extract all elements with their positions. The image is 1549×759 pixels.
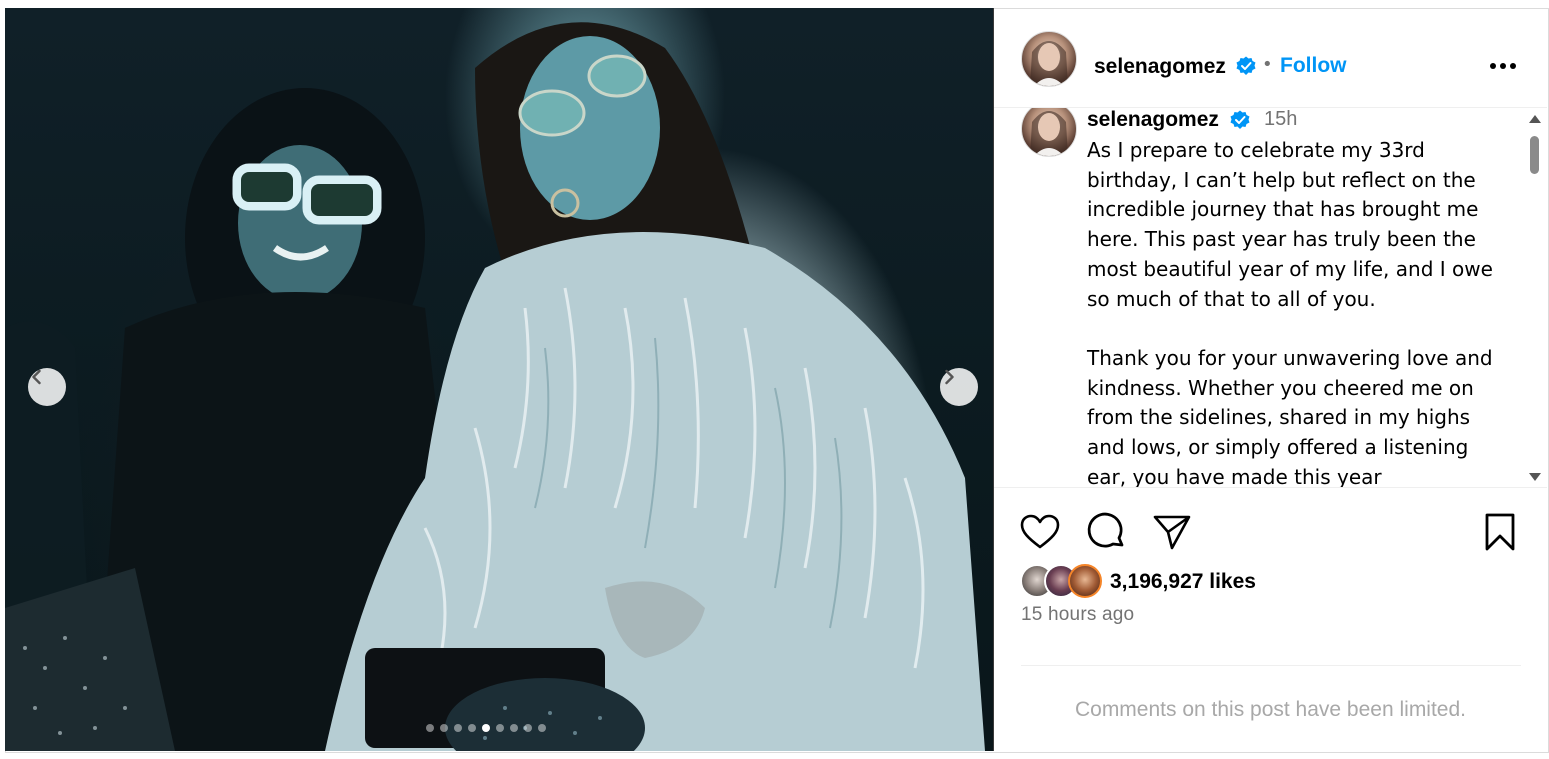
- share-button[interactable]: [1152, 512, 1192, 552]
- likes-count[interactable]: 3,196,927 likes: [1110, 570, 1256, 594]
- scroll-down-arrow-icon[interactable]: [1529, 473, 1541, 481]
- liked-by-avatars[interactable]: [1020, 564, 1104, 598]
- carousel-dots: [426, 724, 546, 732]
- carousel-dot: [426, 724, 434, 732]
- caption-section[interactable]: selenagomez 15h As I prepare to celebrat…: [994, 108, 1547, 488]
- caption-avatar[interactable]: [1021, 108, 1077, 157]
- like-button[interactable]: [1020, 512, 1060, 552]
- post-timestamp[interactable]: 15 hours ago: [1021, 604, 1134, 626]
- carousel-dot: [468, 724, 476, 732]
- caption-scrollbar[interactable]: [1527, 110, 1543, 486]
- comments-divider: [1021, 665, 1521, 666]
- post-time-short: 15h: [1264, 108, 1298, 130]
- carousel-dot: [538, 724, 546, 732]
- paper-plane-icon: [1153, 515, 1191, 550]
- actions-divider: [994, 487, 1547, 488]
- scroll-up-arrow-icon[interactable]: [1529, 115, 1541, 123]
- post-header: selenagomez • Follow: [994, 8, 1547, 108]
- author-avatar[interactable]: [1021, 31, 1077, 87]
- heart-icon: [1020, 514, 1060, 549]
- caption-username[interactable]: selenagomez: [1087, 108, 1219, 132]
- carousel-dot: [510, 724, 518, 732]
- verified-badge-icon: [1230, 110, 1250, 129]
- carousel-next-button[interactable]: [940, 368, 978, 406]
- chevron-left-icon: [32, 369, 41, 385]
- bookmark-icon: [1485, 513, 1515, 551]
- comment-icon: [1087, 512, 1124, 548]
- follow-button[interactable]: Follow: [1280, 54, 1347, 78]
- carousel-prev-button[interactable]: [28, 368, 66, 406]
- more-options-button[interactable]: [1485, 46, 1521, 86]
- post-photo[interactable]: [5, 8, 993, 751]
- chevron-right-icon: [945, 369, 954, 385]
- save-button[interactable]: [1480, 512, 1520, 552]
- author-username[interactable]: selenagomez: [1094, 55, 1226, 79]
- carousel-dot-active: [482, 724, 490, 732]
- comment-button[interactable]: [1087, 512, 1127, 552]
- photo-scene: [5, 22, 985, 751]
- carousel-dot: [496, 724, 504, 732]
- comments-limited-notice: Comments on this post have been limited.: [1074, 698, 1467, 721]
- carousel-dot: [524, 724, 532, 732]
- carousel-dot: [440, 724, 448, 732]
- carousel-dot: [454, 724, 462, 732]
- caption-text: As I prepare to celebrate my 33rd birthd…: [1087, 138, 1493, 488]
- liker-avatar: [1068, 564, 1102, 598]
- more-options-icon: [1490, 63, 1516, 69]
- verified-badge-icon: [1236, 56, 1256, 75]
- separator-dot: •: [1262, 54, 1273, 75]
- scroll-thumb[interactable]: [1530, 136, 1539, 174]
